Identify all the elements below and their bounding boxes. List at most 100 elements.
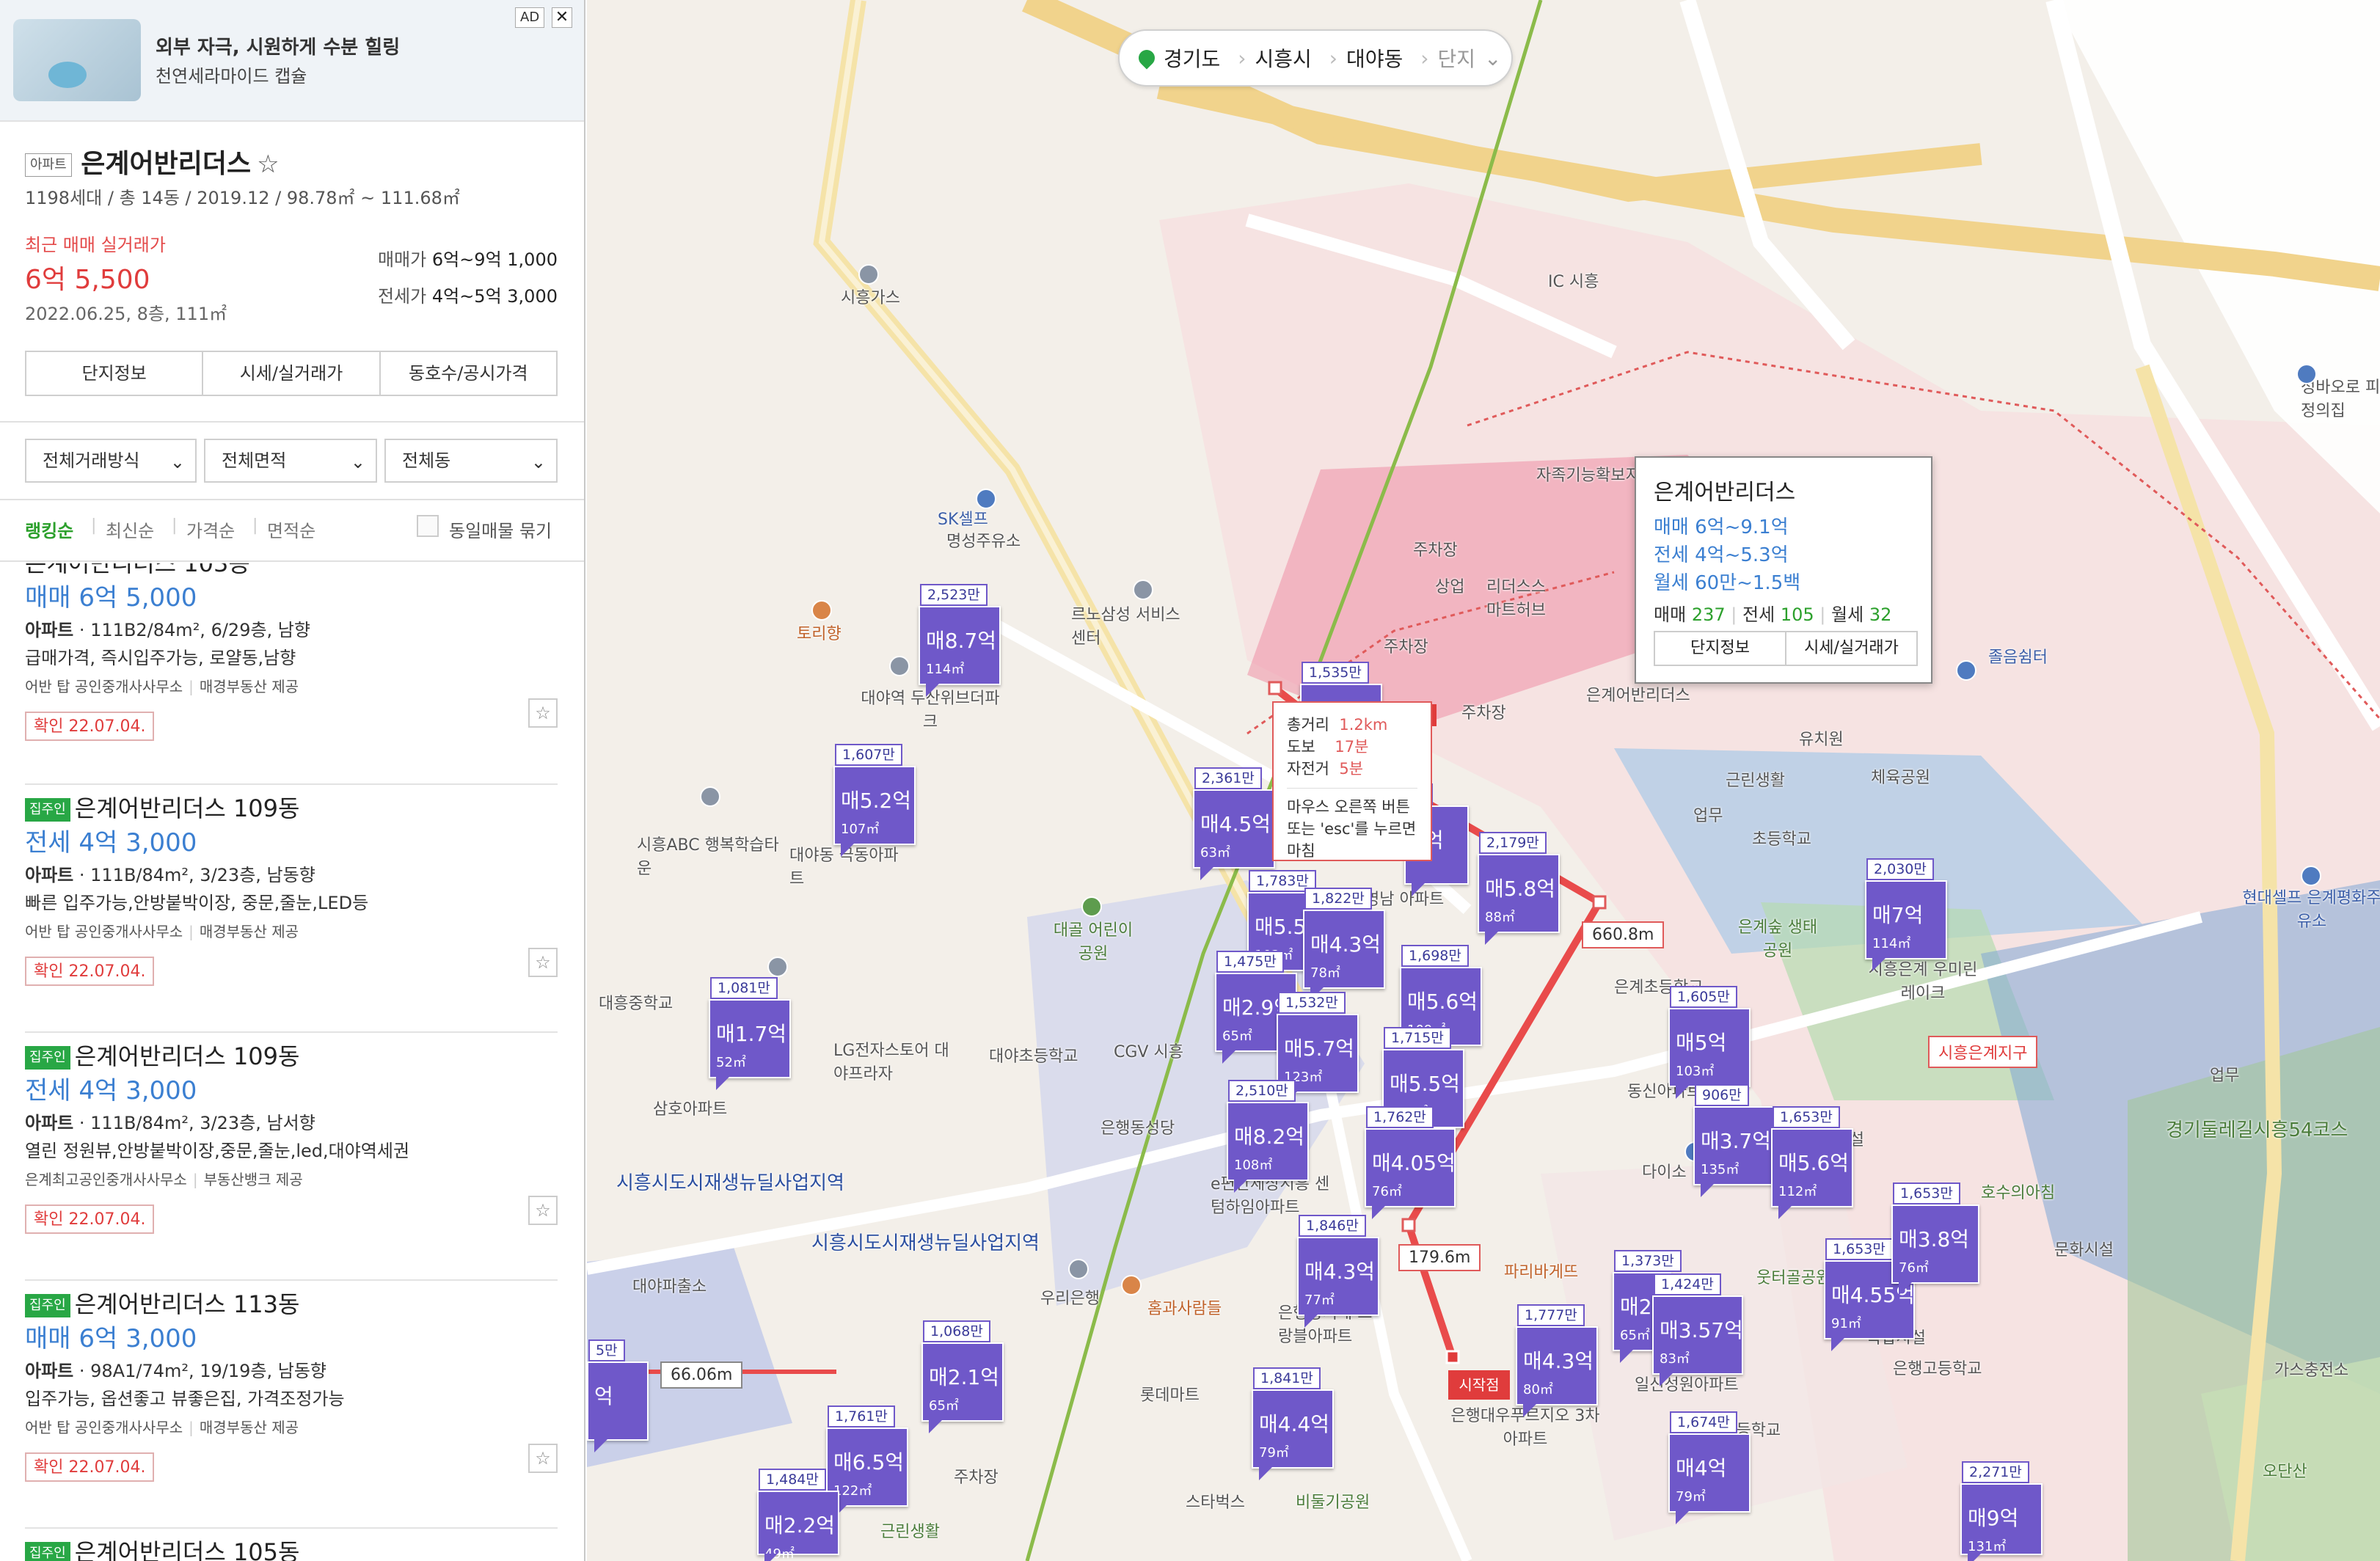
- chevron-down-icon[interactable]: ⌄: [1484, 46, 1501, 70]
- breadcrumb-complex[interactable]: 단지: [1437, 43, 1475, 73]
- price-marker[interactable]: 2,361만 매4.5억 63㎡: [1193, 767, 1275, 880]
- label-daiso[interactable]: 다이소: [1642, 1159, 1687, 1182]
- breadcrumb-dong[interactable]: 대야동: [1346, 43, 1403, 73]
- label-daegol-park[interactable]: 대골 어린이공원: [1049, 917, 1137, 964]
- price-marker[interactable]: 1,484만 매2.2억 49㎡: [757, 1469, 839, 1561]
- price-marker[interactable]: 906만 매3.7억 135㎡: [1693, 1084, 1775, 1197]
- price-marker[interactable]: 1,841만 매4.4억 79㎡: [1252, 1367, 1334, 1480]
- church-icon[interactable]: [2296, 364, 2317, 384]
- label-gasu[interactable]: 가스충전소: [2274, 1357, 2348, 1381]
- label-ilsin[interactable]: 일신성원아파트: [1635, 1372, 1739, 1395]
- bank-icon[interactable]: [1068, 1259, 1089, 1279]
- favorite-star-icon[interactable]: ☆: [528, 1444, 558, 1473]
- label-daeya-elem[interactable]: 대야초등학교: [989, 1043, 1078, 1067]
- label-sports-park[interactable]: 체육공원: [1871, 764, 1930, 788]
- label-sk-self[interactable]: SK셀프: [938, 506, 988, 530]
- sort-ranking[interactable]: 랭킹순: [25, 516, 73, 542]
- price-marker[interactable]: 1,607만 매5.2억 107㎡: [833, 744, 916, 857]
- listing-list[interactable]: 은계어반리더스 103동 매매 6억 5,000 아파트 · 111B2/84m…: [0, 563, 584, 1561]
- price-marker[interactable]: 1,674만 매4억 79㎡: [1668, 1411, 1751, 1524]
- complex-info-button[interactable]: 단지정보: [26, 352, 204, 395]
- school-icon[interactable]: [767, 957, 788, 977]
- label-cgv[interactable]: CGV 시흥: [1114, 1039, 1183, 1062]
- list-item[interactable]: 집주인 은계어반리더스 105동: [25, 1536, 558, 1561]
- complex-popup[interactable]: 은계어반리더스 매매 6억~9.1억 전세 4억~5.3억 월세 60만~1.5…: [1635, 456, 1932, 684]
- breadcrumb-city[interactable]: 시흥시: [1255, 43, 1311, 73]
- favorite-star-icon[interactable]: ☆: [528, 1196, 558, 1225]
- label-bidulgi[interactable]: 비둘기공원: [1296, 1489, 1370, 1513]
- sort-price[interactable]: 가격순: [186, 516, 235, 542]
- price-marker[interactable]: 2,271만 매9억 131㎡: [1960, 1461, 2043, 1561]
- price-marker[interactable]: 1,653만 매5.6억 112㎡: [1771, 1106, 1853, 1219]
- park-icon[interactable]: [1081, 896, 1102, 917]
- favorite-star-icon[interactable]: ☆: [257, 150, 279, 179]
- favorite-star-icon[interactable]: ☆: [528, 948, 558, 977]
- label-gangnam[interactable]: 영남 아파트: [1365, 886, 1445, 910]
- unit-price-button[interactable]: 동호수/공시가격: [381, 352, 556, 395]
- group-same-checkbox[interactable]: [417, 515, 439, 537]
- label-eunhaeng-sungdang[interactable]: 은행동성당: [1100, 1115, 1175, 1138]
- label-lg[interactable]: LG전자스토어 대야프라자: [833, 1037, 958, 1084]
- dong-dropdown[interactable]: 전체동 ⌄: [384, 439, 558, 483]
- label-eunhaeng-high[interactable]: 은행고등학교: [1893, 1356, 1982, 1379]
- label-starbucks[interactable]: 스타벅스: [1186, 1489, 1245, 1513]
- label-osan[interactable]: 오단산: [2263, 1458, 2307, 1482]
- label-woot[interactable]: 웃터골공원: [1756, 1265, 1830, 1288]
- label-abc[interactable]: 시흥ABC 행복학습타운: [637, 832, 784, 879]
- label-yuchiwon[interactable]: 유치원: [1799, 726, 1844, 750]
- restaurant-icon[interactable]: [811, 600, 832, 621]
- price-marker[interactable]: 2,179만 매5.8억 88㎡: [1478, 832, 1560, 945]
- label-dulle[interactable]: 경기둘레길시흥54코스: [2166, 1115, 2348, 1142]
- label-eungye-forest[interactable]: 은계숲 생태공원: [1737, 914, 1818, 961]
- label-jolumtae[interactable]: 졸음쉼터: [1988, 644, 2048, 668]
- gas-icon[interactable]: [858, 264, 879, 285]
- map-view[interactable]: ✕ 시흥가스 SK셀프 명성주유소 토리향 대야역 두산위브더파크 르노삼성 서…: [587, 0, 2380, 1561]
- price-marker[interactable]: 1,424만 매3.57억 83㎡: [1652, 1273, 1743, 1386]
- price-marker[interactable]: 1,068만 매2.1억 65㎡: [921, 1320, 1004, 1433]
- list-item[interactable]: 은계어반리더스 103동 매매 6억 5,000 아파트 · 111B2/84m…: [25, 563, 558, 741]
- favorite-star-icon[interactable]: ☆: [528, 698, 558, 728]
- label-eungye-zone[interactable]: 시흥은계지구: [1928, 1036, 2038, 1068]
- school-icon[interactable]: [700, 786, 720, 807]
- apartment-icon[interactable]: [889, 656, 910, 676]
- price-marker[interactable]: 1,846만 매4.3억 77㎡: [1297, 1215, 1379, 1328]
- price-marker[interactable]: 1,081만 매1.7억 52㎡: [709, 977, 791, 1090]
- price-marker[interactable]: 2,030만 매7억 114㎡: [1865, 858, 1947, 971]
- price-marker[interactable]: 1,762만 매4.05억 76㎡: [1365, 1106, 1456, 1219]
- label-siheung-ic[interactable]: IC 시흥: [1548, 268, 1599, 292]
- trade-type-dropdown[interactable]: 전체거래방식 ⌄: [25, 439, 197, 483]
- label-myungsung[interactable]: 명성주유소: [946, 528, 1021, 552]
- label-samho[interactable]: 삼호아파트: [653, 1096, 727, 1119]
- price-marker[interactable]: 1,822만 매4.3억 78㎡: [1303, 888, 1385, 1001]
- route-start-badge[interactable]: 시작점: [1448, 1370, 1510, 1400]
- sort-latest[interactable]: 최신순: [106, 516, 154, 542]
- label-paris[interactable]: 파리바게뜨: [1504, 1259, 1578, 1282]
- label-homplus[interactable]: 홈과사람들: [1147, 1295, 1222, 1319]
- ad-banner[interactable]: 외부 자극, 시원하게 수분 힐링 천연세라마이드 캡슐 AD ✕: [0, 0, 584, 122]
- list-item[interactable]: 집주인 은계어반리더스 109동 전세 4억 3,000 아파트 · 111B/8…: [25, 1040, 558, 1234]
- label-siheung-gas[interactable]: 시흥가스: [841, 285, 900, 308]
- gas-station-icon[interactable]: [976, 489, 996, 509]
- label-elem-school[interactable]: 초등학교: [1752, 826, 1811, 849]
- service-icon[interactable]: [1133, 580, 1153, 600]
- area-dropdown[interactable]: 전체면적 ⌄: [204, 439, 377, 483]
- label-lotte[interactable]: 롯데마트: [1140, 1382, 1200, 1405]
- label-hohang[interactable]: 호수의아침: [1981, 1180, 2055, 1203]
- popup-info-button[interactable]: 단지정보: [1655, 632, 1786, 665]
- label-daeya-middle[interactable]: 대흥중학교: [599, 990, 673, 1014]
- popup-price-button[interactable]: 시세/실거래가: [1786, 632, 1916, 665]
- price-marker[interactable]: 2,523만 매8.7억 114㎡: [919, 584, 1001, 697]
- price-history-button[interactable]: 시세/실거래가: [203, 352, 381, 395]
- price-marker[interactable]: 1,605만 매5억 103㎡: [1668, 986, 1751, 1099]
- label-eungye-readers[interactable]: 은계어반리더스: [1586, 682, 1711, 706]
- sort-area[interactable]: 면적순: [267, 516, 315, 542]
- label-daeya-police[interactable]: 대야파출소: [632, 1273, 707, 1297]
- label-woori[interactable]: 우리은행: [1040, 1285, 1100, 1309]
- breadcrumb-province[interactable]: 경기도: [1164, 43, 1220, 73]
- label-hyundai-self[interactable]: 현대셀프 은계평화주유소: [2242, 885, 2380, 932]
- restaurant-icon[interactable]: [1121, 1275, 1142, 1295]
- price-marker[interactable]: 1,777만 매4.3억 80㎡: [1516, 1304, 1598, 1417]
- price-marker[interactable]: 2,510만 매8.2억 108㎡: [1227, 1080, 1309, 1193]
- label-lenoh[interactable]: 르노삼성 서비스센터: [1071, 602, 1189, 648]
- price-marker[interactable]: 1,653만 매3.8억 76㎡: [1891, 1182, 1979, 1295]
